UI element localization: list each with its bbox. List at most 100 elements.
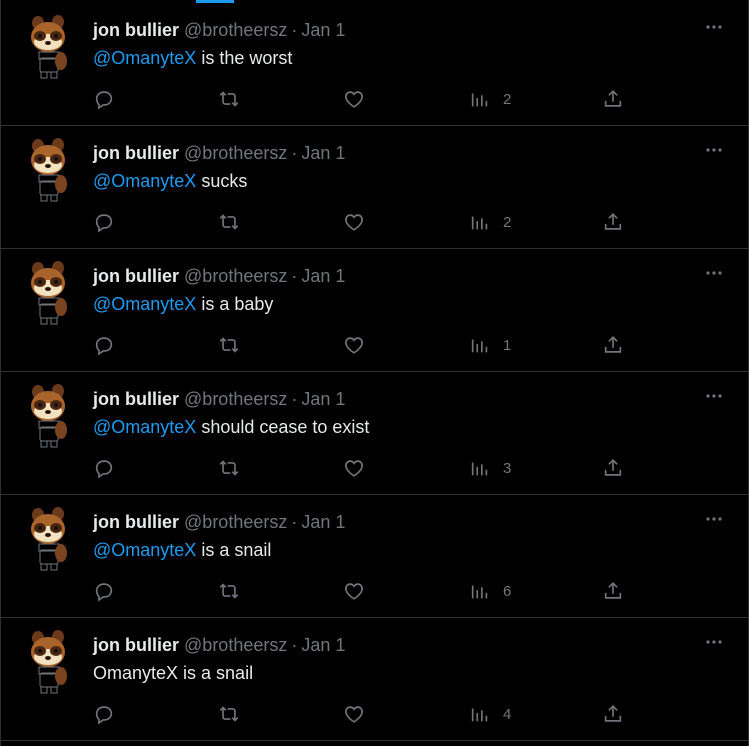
more-options-button[interactable] — [703, 263, 725, 285]
user-handle[interactable]: @brotheersz — [184, 143, 287, 163]
tweet-header: jon bullier @brotheersz · Jan 1 — [93, 389, 345, 410]
share-button[interactable] — [602, 87, 624, 111]
like-button[interactable] — [343, 702, 365, 726]
reply-bubble-icon — [95, 91, 113, 110]
share-button[interactable] — [602, 333, 624, 357]
tweet[interactable]: jon bullier @brotheersz · Jan 1 @OmanyteX … — [0, 372, 749, 495]
reply-button[interactable] — [93, 702, 115, 726]
reply-button[interactable] — [93, 456, 115, 480]
mention-link[interactable]: @OmanyteX — [93, 171, 196, 191]
display-name[interactable]: jon bullier — [93, 143, 179, 163]
views-chart-icon — [471, 708, 488, 722]
display-name[interactable]: jon bullier — [93, 635, 179, 655]
tweet-date[interactable]: Jan 1 — [301, 389, 345, 409]
tweet-date[interactable]: Jan 1 — [301, 266, 345, 286]
user-handle[interactable]: @brotheersz — [184, 635, 287, 655]
tweet-text: @OmanyteX should cease to exist — [93, 417, 369, 438]
share-upload-icon — [604, 90, 622, 107]
tweet[interactable]: jon bullier @brotheersz · Jan 1 @OmanyteX … — [0, 3, 749, 126]
tweet-body: is the worst — [196, 48, 293, 68]
mention-link[interactable]: @OmanyteX — [93, 540, 196, 560]
avatar[interactable] — [28, 138, 74, 202]
avatar[interactable] — [28, 261, 74, 325]
views-chart-icon — [471, 93, 488, 107]
tweet[interactable]: jon bullier @brotheersz · Jan 1 OmanyteX i… — [0, 618, 749, 741]
display-name[interactable]: jon bullier — [93, 20, 179, 40]
mention-link[interactable]: @OmanyteX — [93, 48, 196, 68]
reply-button[interactable] — [93, 87, 115, 111]
views-button[interactable]: 1 — [469, 333, 511, 357]
retweet-button[interactable] — [218, 210, 240, 234]
separator-dot: · — [291, 512, 298, 532]
tweet[interactable]: jon bullier @brotheersz · Jan 1 @OmanyteX … — [0, 495, 749, 618]
separator-dot: · — [291, 266, 298, 286]
mention-link[interactable]: @OmanyteX — [93, 294, 196, 314]
like-button[interactable] — [343, 87, 365, 111]
raccoon-avatar-icon — [31, 507, 67, 571]
reply-bubble-icon — [95, 214, 113, 233]
views-button[interactable]: 2 — [469, 210, 511, 234]
views-chart-icon — [471, 585, 488, 599]
tweet-actions: 2 — [93, 210, 633, 234]
avatar[interactable] — [28, 630, 74, 694]
raccoon-avatar-icon — [31, 15, 67, 79]
retweet-button[interactable] — [218, 702, 240, 726]
views-button[interactable]: 6 — [469, 579, 511, 603]
more-options-button[interactable] — [703, 386, 725, 408]
tweet-text: OmanyteX is a snail — [93, 663, 253, 684]
like-button[interactable] — [343, 456, 365, 480]
heart-icon — [345, 214, 363, 231]
retweet-button[interactable] — [218, 333, 240, 357]
mention-link[interactable]: @OmanyteX — [93, 417, 196, 437]
share-button[interactable] — [602, 210, 624, 234]
tweet[interactable]: jon bullier @brotheersz · Jan 1 @OmanyteX … — [0, 249, 749, 372]
display-name[interactable]: jon bullier — [93, 389, 179, 409]
tweet-date[interactable]: Jan 1 — [301, 20, 345, 40]
separator-dot: · — [291, 143, 298, 163]
reply-button[interactable] — [93, 210, 115, 234]
user-handle[interactable]: @brotheersz — [184, 266, 287, 286]
more-options-button[interactable] — [703, 140, 725, 162]
more-horizontal-icon — [706, 394, 722, 398]
more-options-button[interactable] — [703, 632, 725, 654]
reply-button[interactable] — [93, 333, 115, 357]
avatar[interactable] — [28, 384, 74, 448]
views-button[interactable]: 2 — [469, 87, 511, 111]
tweet-body: OmanyteX is a snail — [93, 663, 254, 683]
retweet-button[interactable] — [218, 87, 240, 111]
more-options-button[interactable] — [703, 509, 725, 531]
display-name[interactable]: jon bullier — [93, 266, 179, 286]
user-handle[interactable]: @brotheersz — [184, 389, 287, 409]
reply-button[interactable] — [93, 579, 115, 603]
avatar[interactable] — [28, 507, 74, 571]
share-button[interactable] — [602, 579, 624, 603]
retweet-icon — [219, 460, 239, 476]
views-button[interactable]: 4 — [469, 702, 511, 726]
retweet-button[interactable] — [218, 579, 240, 603]
tweet-body: is a snail — [196, 540, 272, 560]
reply-bubble-icon — [95, 583, 113, 602]
reply-bubble-icon — [95, 337, 113, 356]
avatar[interactable] — [28, 15, 74, 79]
tweet-body: sucks — [196, 171, 248, 191]
like-button[interactable] — [343, 210, 365, 234]
more-options-button[interactable] — [703, 17, 725, 39]
views-button[interactable]: 3 — [469, 456, 511, 480]
retweet-icon — [219, 91, 239, 107]
user-handle[interactable]: @brotheersz — [184, 20, 287, 40]
share-upload-icon — [604, 213, 622, 230]
view-count: 2 — [503, 90, 512, 108]
tweet-date[interactable]: Jan 1 — [301, 512, 345, 532]
separator-dot: · — [291, 20, 298, 40]
tweet-date[interactable]: Jan 1 — [301, 143, 345, 163]
share-button[interactable] — [602, 702, 624, 726]
user-handle[interactable]: @brotheersz — [184, 512, 287, 532]
share-button[interactable] — [602, 456, 624, 480]
like-button[interactable] — [343, 579, 365, 603]
tweet[interactable]: jon bullier @brotheersz · Jan 1 @OmanyteX … — [0, 126, 749, 249]
view-count: 4 — [503, 705, 512, 723]
display-name[interactable]: jon bullier — [93, 512, 179, 532]
tweet-date[interactable]: Jan 1 — [301, 635, 345, 655]
retweet-button[interactable] — [218, 456, 240, 480]
like-button[interactable] — [343, 333, 365, 357]
